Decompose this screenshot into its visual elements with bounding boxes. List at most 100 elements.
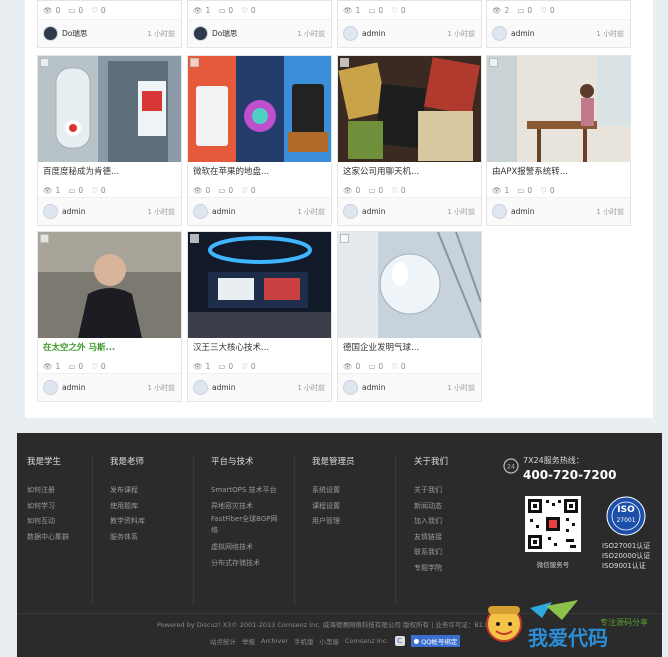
card-title[interactable]: 这家公司用聊天机... [338, 162, 481, 183]
select-checkbox[interactable] [340, 58, 349, 67]
qq-bind-button[interactable]: ● QQ帐号绑定 [410, 635, 461, 647]
footer-link[interactable]: SmartOPS 技术平台 [211, 483, 277, 499]
footer-link[interactable]: 发布课程 [110, 483, 145, 499]
footer-column-admins: 我是管理员 系统设置 课程设置 用户管理 [312, 455, 355, 530]
article-card[interactable]: 百度度秘成为肯德... 👁 1 ▭ 0 ♡ 0 admin 1 小时前 [37, 55, 182, 226]
card-thumbnail[interactable] [487, 56, 630, 162]
card-title[interactable]: 百度度秘成为肯德... [38, 162, 181, 183]
article-card[interactable]: 微软在苹果的地盘... 👁 0 ▭ 0 ♡ 0 admin 1 小时前 [187, 55, 332, 226]
card-title[interactable]: 德国企业发明气球... [338, 338, 481, 359]
card-thumbnail[interactable] [338, 56, 481, 162]
card-author[interactable]: Do瑞思 1 小时前 [188, 19, 331, 47]
card-author[interactable]: admin 1 小时前 [188, 373, 331, 401]
footer-link[interactable]: 服务体系 [110, 530, 145, 546]
avatar[interactable] [193, 26, 208, 41]
author-name[interactable]: admin [62, 207, 147, 216]
card-author[interactable]: admin 1 小时前 [487, 19, 630, 47]
footer-link[interactable]: 系统设置 [312, 483, 355, 499]
card-author[interactable]: Do瑞思 1 小时前 [38, 19, 181, 47]
footer-link[interactable]: 使用题库 [110, 499, 145, 515]
avatar[interactable] [492, 204, 507, 219]
footer-link[interactable]: 如何互动 [27, 514, 69, 530]
select-checkbox[interactable] [40, 234, 49, 243]
select-checkbox[interactable] [340, 234, 349, 243]
footer-bottom-link[interactable]: 小黑屋 [320, 636, 340, 646]
footer-bottom-link[interactable]: Archiver [261, 637, 288, 645]
card-title[interactable]: 汉王三大核心技术... [188, 338, 331, 359]
select-checkbox[interactable] [40, 58, 49, 67]
footer-link[interactable]: 用户管理 [312, 514, 355, 530]
card-author[interactable]: admin 1 小时前 [188, 197, 331, 225]
article-card[interactable]: 由APX报警系统转... 👁 1 ▭ 0 ♡ 0 admin 1 小时前 [486, 55, 631, 226]
footer-link[interactable]: 络 [211, 525, 277, 536]
card-thumbnail[interactable] [38, 56, 181, 162]
avatar[interactable] [43, 26, 58, 41]
card-thumbnail[interactable] [188, 56, 331, 162]
select-checkbox[interactable] [489, 58, 498, 67]
avatar[interactable] [193, 380, 208, 395]
footer-link[interactable]: 专题学院 [414, 561, 448, 577]
author-name[interactable]: admin [362, 29, 447, 38]
avatar[interactable] [43, 204, 58, 219]
author-name[interactable]: admin [212, 207, 297, 216]
footer-bottom-link[interactable]: 手机版 [294, 636, 314, 646]
card-author[interactable]: admin 1 小时前 [487, 197, 630, 225]
article-card[interactable]: 德国企业发明气球... 👁 0 ▭ 0 ♡ 0 admin 1 小时前 [337, 231, 482, 402]
select-checkbox[interactable] [190, 234, 199, 243]
footer-link[interactable]: 虚拟网络技术 [211, 540, 277, 556]
card-thumbnail[interactable] [338, 232, 481, 338]
footer-link[interactable]: FastFiber全球BGP网 [211, 514, 277, 525]
author-name[interactable]: admin [511, 207, 596, 216]
footer-link[interactable]: 如何注册 [27, 483, 69, 499]
footer-link[interactable]: 异地容灾技术 [211, 499, 277, 515]
footer-link[interactable]: 分布式存储技术 [211, 556, 277, 572]
avatar[interactable] [43, 380, 58, 395]
footer-bottom-link[interactable]: 举报 [242, 636, 255, 646]
card-author[interactable]: admin 1 小时前 [338, 19, 481, 47]
card-author[interactable]: admin 1 小时前 [38, 373, 181, 401]
footer-link[interactable]: 新闻动态 [414, 499, 448, 515]
author-name[interactable]: admin [362, 383, 447, 392]
author-name[interactable]: admin [511, 29, 596, 38]
author-name[interactable]: Do瑞思 [212, 28, 297, 39]
footer-link[interactable]: 联系我们 [414, 545, 448, 561]
card-title[interactable]: 微软在苹果的地盘... [188, 162, 331, 183]
article-card[interactable]: 这家公司用聊天机... 👁 0 ▭ 0 ♡ 0 admin 1 小时前 [337, 55, 482, 226]
card-author[interactable]: admin 1 小时前 [338, 373, 481, 401]
card-thumbnail[interactable] [38, 232, 181, 338]
footer-bottom-links: 站点统计 举报 Archiver 手机版 小黑屋 Comsenz Inc. C … [210, 635, 461, 647]
avatar[interactable] [343, 204, 358, 219]
post-time: 1 小时前 [147, 29, 175, 38]
card-thumbnail[interactable] [188, 232, 331, 338]
avatar[interactable] [343, 380, 358, 395]
article-card[interactable]: 汉王三大核心技术... 👁 1 ▭ 0 ♡ 0 admin 1 小时前 [187, 231, 332, 402]
article-card[interactable]: 👁 1 ▭ 0 ♡ 0 Do瑞思 1 小时前 [187, 0, 332, 48]
select-checkbox[interactable] [190, 58, 199, 67]
footer-link[interactable]: 数据中心集群 [27, 530, 69, 546]
card-author[interactable]: admin 1 小时前 [338, 197, 481, 225]
author-name[interactable]: Do瑞思 [62, 28, 147, 39]
avatar[interactable] [343, 26, 358, 41]
author-name[interactable]: admin [212, 383, 297, 392]
avatar[interactable] [193, 204, 208, 219]
footer-link[interactable]: 课程设置 [312, 499, 355, 515]
card-author[interactable]: admin 1 小时前 [38, 197, 181, 225]
card-title[interactable]: 在太空之外 马斯... [38, 338, 181, 359]
avatar[interactable] [492, 26, 507, 41]
footer-bottom-link[interactable]: Comsenz Inc. [345, 637, 389, 645]
footer-link[interactable]: 教学资料库 [110, 514, 145, 530]
article-card[interactable]: 在太空之外 马斯... 👁 1 ▭ 0 ♡ 0 admin 1 小时前 [37, 231, 182, 402]
footer-link[interactable]: 关于我们 [414, 483, 448, 499]
author-name[interactable]: admin [62, 383, 147, 392]
footer-link[interactable]: 加入我们 [414, 514, 448, 530]
article-card[interactable]: 👁 1 ▭ 0 ♡ 0 admin 1 小时前 [337, 0, 482, 48]
footer-link[interactable]: 友情链接 [414, 530, 448, 546]
author-name[interactable]: admin [362, 207, 447, 216]
article-card[interactable]: 👁 2 ▭ 0 ♡ 0 admin 1 小时前 [486, 0, 631, 48]
footer-link[interactable]: 如何学习 [27, 499, 69, 515]
post-time: 1 小时前 [447, 207, 475, 216]
footer-bottom-link[interactable]: 站点统计 [210, 636, 236, 646]
article-card[interactable]: 👁 0 ▭ 0 ♡ 0 Do瑞思 1 小时前 [37, 0, 182, 48]
stats-icon[interactable]: C [394, 636, 405, 646]
card-title[interactable]: 由APX报警系统转... [487, 162, 630, 183]
